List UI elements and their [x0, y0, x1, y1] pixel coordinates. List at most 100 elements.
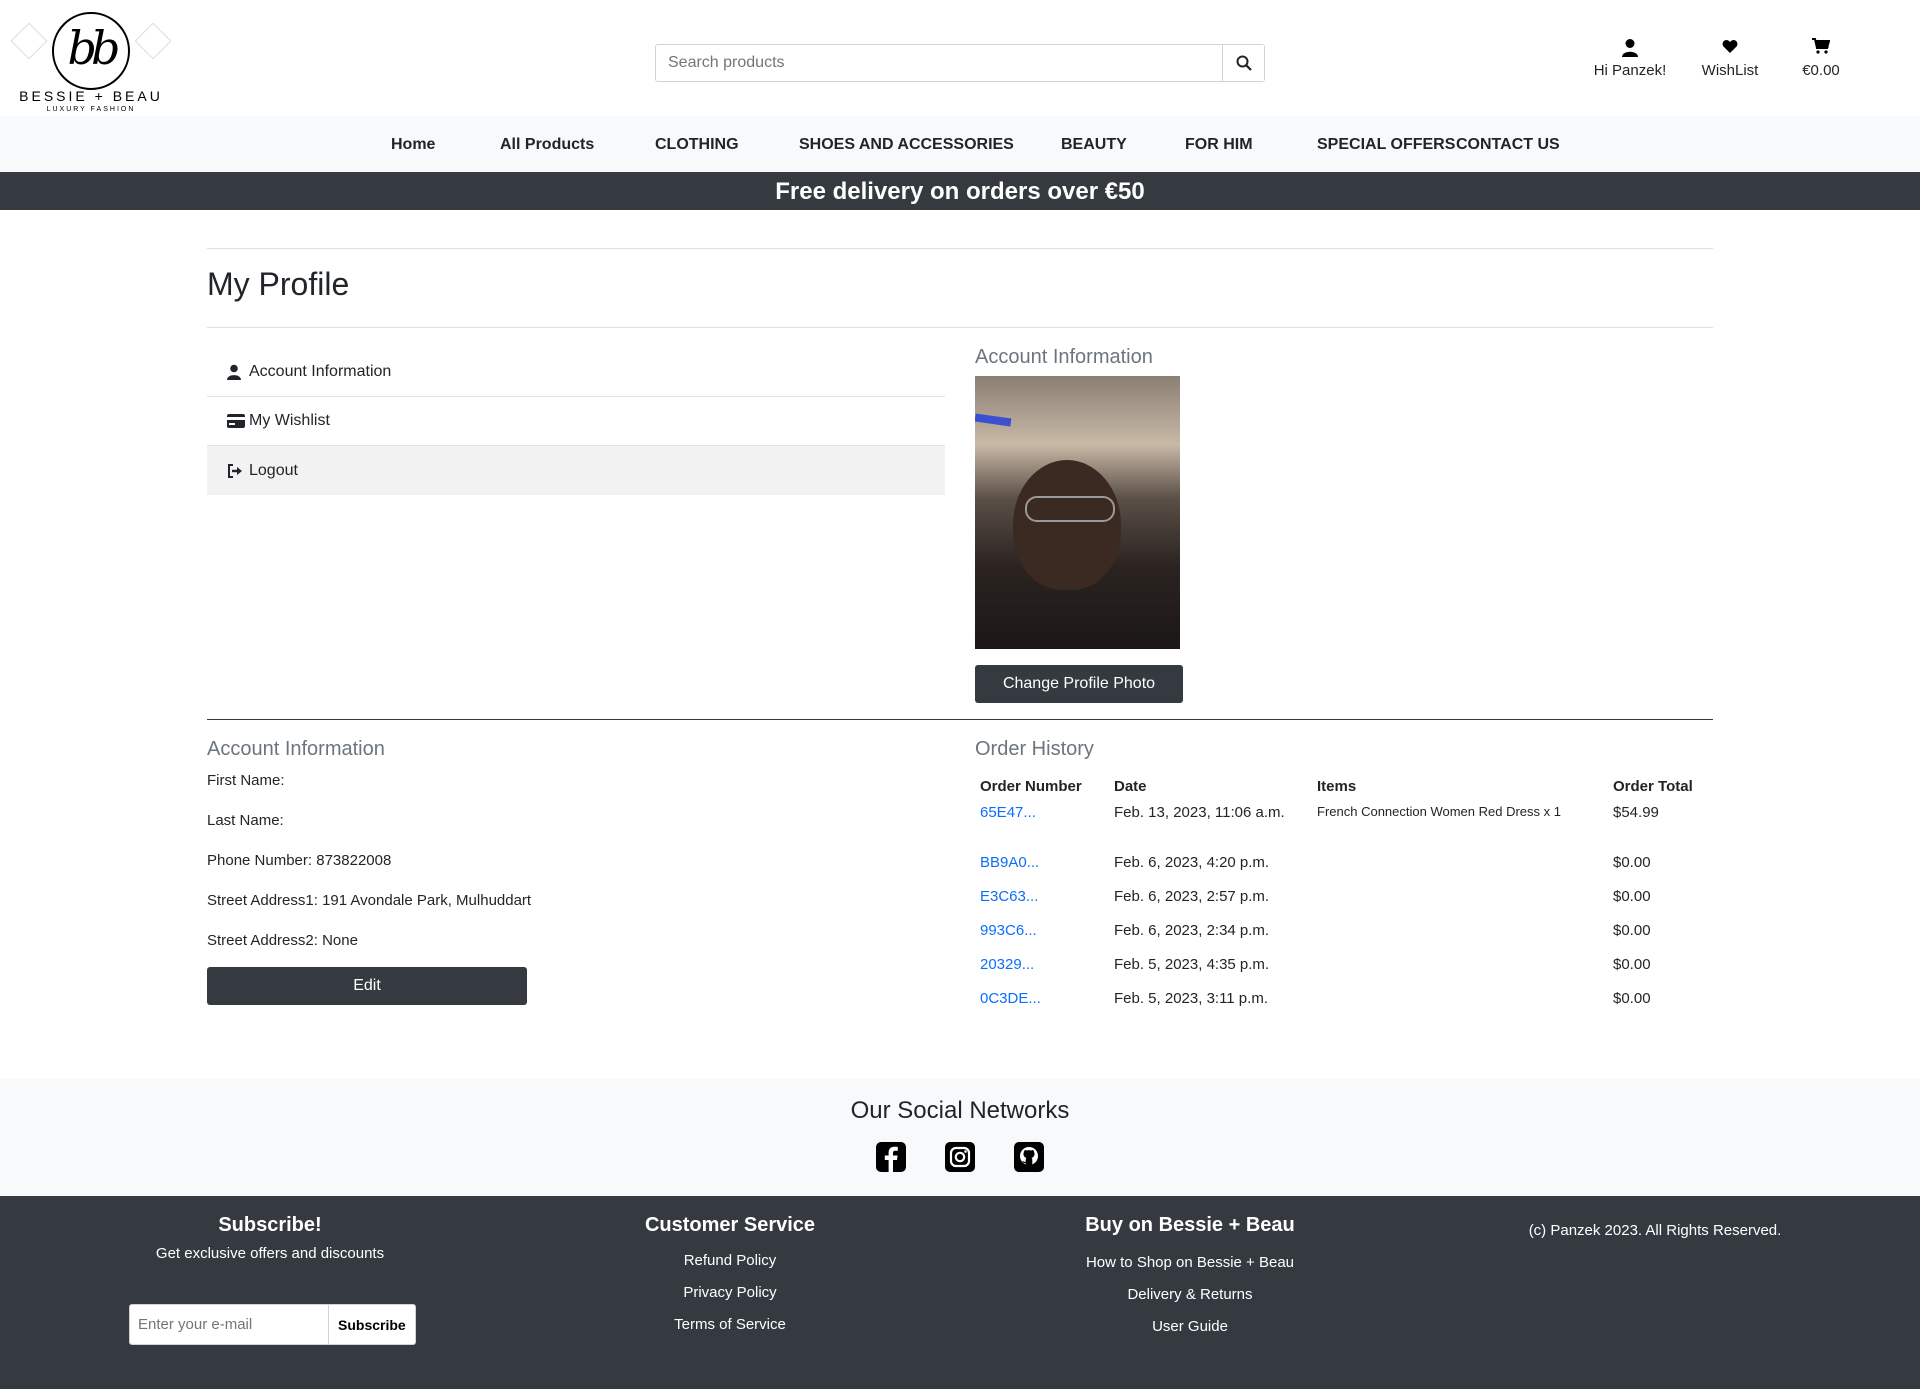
table-row: 0C3DE... Feb. 5, 2023, 3:11 p.m. $0.00: [975, 982, 1708, 1016]
logo-ornament: [10, 22, 48, 60]
refund-policy-link[interactable]: Refund Policy: [580, 1245, 880, 1277]
user-guide-link[interactable]: User Guide: [1040, 1311, 1340, 1343]
logo-ornament: [134, 22, 172, 60]
delivery-banner: Free delivery on orders over €50: [0, 172, 1920, 210]
site-logo[interactable]: bb BESSIE + BEAU LUXURY FASHION: [10, 12, 172, 114]
order-items: French Connection Women Red Dress x 1: [1317, 804, 1561, 819]
heart-icon: [1690, 38, 1770, 62]
menu-item-logout[interactable]: Logout: [207, 446, 945, 495]
nav-item-shoes-accessories[interactable]: SHOES AND ACCESSORIES: [799, 136, 1014, 154]
column-header-date: Date: [1114, 777, 1147, 795]
table-row: BB9A0... Feb. 6, 2023, 4:20 p.m. $0.00: [975, 846, 1708, 880]
order-total: $0.00: [1613, 888, 1651, 905]
table-row: E3C63... Feb. 6, 2023, 2:57 p.m. $0.00: [975, 880, 1708, 914]
order-total: $0.00: [1613, 922, 1651, 939]
table-row: 65E47... Feb. 13, 2023, 11:06 a.m. Frenc…: [975, 800, 1708, 846]
order-items: [1312, 846, 1608, 880]
privacy-policy-link[interactable]: Privacy Policy: [580, 1277, 880, 1309]
table-row: 993C6... Feb. 6, 2023, 2:34 p.m. $0.00: [975, 914, 1708, 948]
order-number-link[interactable]: 65E47...: [975, 800, 1109, 846]
nav-item-all-products[interactable]: All Products: [500, 136, 594, 154]
order-total: $54.99: [1613, 804, 1659, 821]
street-address2-field: Street Address2: None: [207, 932, 358, 949]
nav-item-beauty[interactable]: BEAUTY: [1061, 136, 1127, 154]
order-items: [1312, 914, 1608, 948]
order-date: Feb. 6, 2023, 2:34 p.m.: [1114, 922, 1270, 939]
table-header-row: Order Number Date Items Order Total: [975, 772, 1708, 800]
photo-detail: [975, 413, 1012, 427]
github-icon[interactable]: [1014, 1142, 1044, 1172]
user-icon: [1575, 38, 1685, 62]
order-date: Feb. 13, 2023, 11:06 a.m.: [1114, 804, 1285, 821]
order-number-link[interactable]: 993C6...: [975, 914, 1109, 948]
terms-of-service-link[interactable]: Terms of Service: [580, 1309, 880, 1341]
order-date: Feb. 5, 2023, 4:35 p.m.: [1114, 956, 1270, 973]
search-button[interactable]: [1222, 45, 1264, 81]
delivery-returns-link[interactable]: Delivery & Returns: [1040, 1279, 1340, 1311]
subscribe-button[interactable]: Subscribe: [329, 1304, 416, 1345]
phone-number-field: Phone Number: 873822008: [207, 852, 392, 869]
order-number-link[interactable]: 20329...: [975, 948, 1109, 982]
order-total: $0.00: [1613, 854, 1651, 871]
menu-item-account-information[interactable]: Account Information: [207, 348, 945, 397]
wishlist-label: WishList: [1701, 62, 1759, 79]
customer-service-title: Customer Service: [644, 1214, 816, 1236]
menu-item-label: Account Information: [249, 363, 392, 380]
buy-column: Buy on Bessie + Beau How to Shop on Bess…: [1040, 1214, 1340, 1343]
order-items: [1312, 948, 1608, 982]
social-networks-section: Our Social Networks: [0, 1079, 1920, 1196]
search-input[interactable]: [656, 45, 1222, 81]
order-items: [1312, 880, 1608, 914]
profile-photo: [975, 376, 1180, 649]
order-total: $0.00: [1613, 956, 1651, 973]
user-icon: [227, 364, 247, 380]
column-header-items: Items: [1317, 777, 1357, 795]
order-number-link[interactable]: BB9A0...: [975, 846, 1109, 880]
search-icon: [1236, 55, 1252, 71]
sign-out-icon: [227, 463, 247, 478]
facebook-icon[interactable]: [876, 1142, 906, 1172]
account-section-title: Account Information: [207, 738, 385, 760]
credit-card-icon: [227, 414, 247, 428]
search-bar: [655, 44, 1265, 82]
subscribe-text: Get exclusive offers and discounts: [155, 1245, 385, 1262]
nav-item-clothing[interactable]: CLOTHING: [655, 136, 739, 154]
cart-icon: [1780, 38, 1862, 62]
subscribe-form: Subscribe: [129, 1304, 416, 1345]
table-row: 20329... Feb. 5, 2023, 4:35 p.m. $0.00: [975, 948, 1708, 982]
photo-detail: [1025, 496, 1115, 522]
cart-link[interactable]: €0.00: [1780, 38, 1862, 79]
menu-item-label: Logout: [249, 461, 298, 479]
photo-section-title: Account Information: [975, 346, 1153, 368]
nav-item-contact-us[interactable]: CONTACT US: [1456, 136, 1560, 154]
divider: [207, 327, 1713, 328]
order-number-link[interactable]: E3C63...: [975, 880, 1109, 914]
order-history-table: Order Number Date Items Order Total 65E4…: [975, 772, 1708, 1016]
nav-item-special-offers[interactable]: SPECIAL OFFERS: [1317, 136, 1455, 154]
subscribe-column: Subscribe! Get exclusive offers and disc…: [110, 1214, 430, 1262]
logo-monogram: bb: [67, 21, 121, 75]
how-to-shop-link[interactable]: How to Shop on Bessie + Beau: [1040, 1247, 1340, 1279]
order-date: Feb. 6, 2023, 2:57 p.m.: [1114, 888, 1270, 905]
edit-button[interactable]: Edit: [207, 967, 527, 1005]
wishlist-link[interactable]: WishList: [1690, 38, 1770, 79]
first-name-field: First Name:: [207, 772, 285, 789]
subscribe-title: Subscribe!: [218, 1214, 322, 1236]
nav-item-for-him[interactable]: FOR HIM: [1185, 136, 1253, 154]
logo-tagline: LUXURY FASHION: [46, 106, 136, 113]
site-footer: Subscribe! Get exclusive offers and disc…: [0, 1196, 1920, 1389]
order-date: Feb. 6, 2023, 4:20 p.m.: [1114, 854, 1270, 871]
nav-item-home[interactable]: Home: [391, 136, 435, 154]
last-name-field: Last Name:: [207, 812, 284, 829]
account-link[interactable]: Hi Panzek!: [1575, 38, 1685, 79]
email-field[interactable]: [129, 1304, 329, 1345]
instagram-icon[interactable]: [945, 1142, 975, 1172]
account-greeting: Hi Panzek!: [1593, 62, 1667, 79]
order-number-link[interactable]: 0C3DE...: [975, 982, 1109, 1016]
change-profile-photo-button[interactable]: Change Profile Photo: [975, 665, 1183, 703]
profile-menu: Account Information My Wishlist Logout: [207, 348, 945, 495]
menu-item-my-wishlist[interactable]: My Wishlist: [207, 397, 945, 446]
divider: [207, 719, 1713, 720]
social-title: Our Social Networks: [850, 1097, 1070, 1124]
street-address1-field: Street Address1: 191 Avondale Park, Mulh…: [207, 892, 532, 909]
